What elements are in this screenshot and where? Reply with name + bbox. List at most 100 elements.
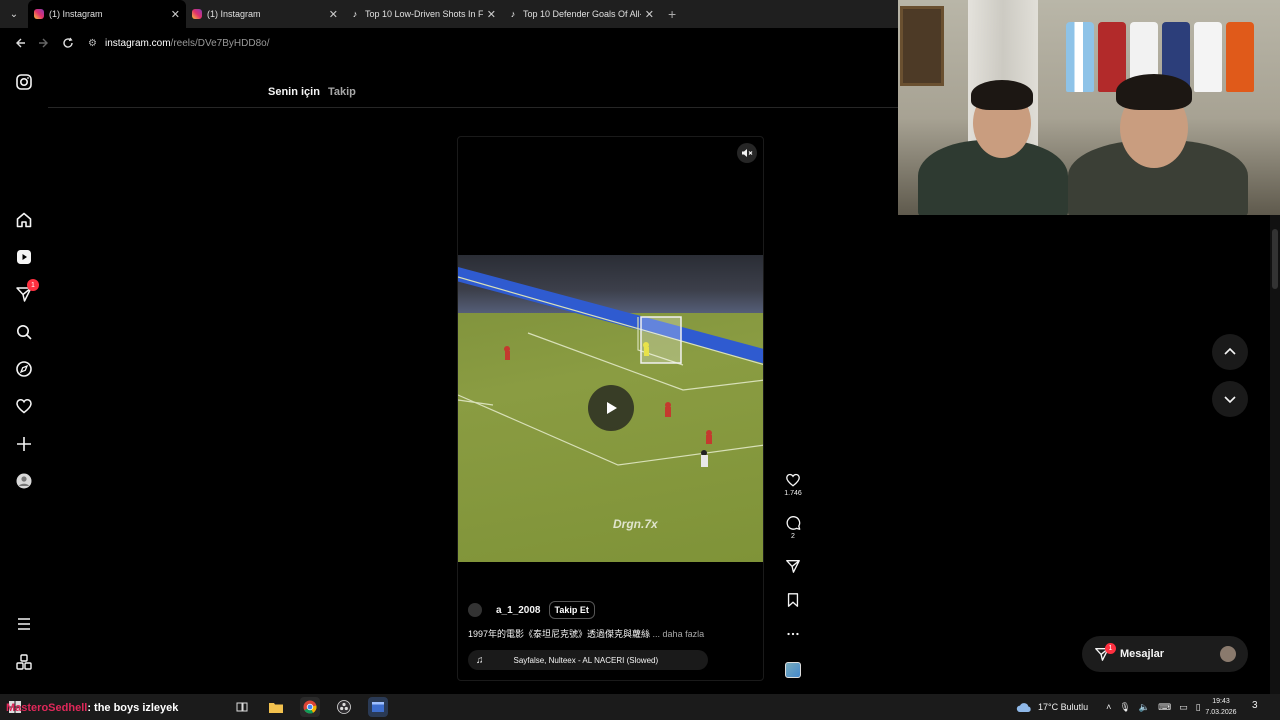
author-row: a_1_2008 Takip Et [468,601,753,619]
browser-tab-bar: ⌄ (1) Instagram ✕ (1) Instagram ✕ ♪ Top … [0,0,898,28]
chevron-down-icon [1224,396,1236,404]
close-tab-icon[interactable]: ✕ [645,8,654,21]
messages-label: Mesajlar [1120,648,1165,660]
also-from-meta-icon[interactable] [14,652,34,672]
browser-tab-2[interactable]: (1) Instagram ✕ [186,0,344,28]
notification-center-icon[interactable]: 3 [1252,700,1258,711]
scrollbar-thumb[interactable] [1272,229,1278,289]
chevron-up-icon[interactable]: ˄ [1106,702,1111,712]
obs-icon[interactable] [334,697,354,717]
home-icon[interactable] [14,210,34,230]
cloud-icon [1016,703,1031,712]
tab-for-you[interactable]: Senin için [268,86,320,98]
system-tray: 17°C Bulutlu ˄ 🎙 🔈 ⌨ ▭ ▯ [1016,694,1201,720]
send-paper-plane-icon [786,560,800,573]
clock-date: 7.03.2026 [1205,709,1237,716]
follow-button[interactable]: Takip Et [548,601,595,619]
weather-text: 17°C Bulutlu [1038,702,1089,712]
direct-messages-icon[interactable]: 1 [14,279,39,304]
messages-button[interactable]: 1 Mesajlar [1082,636,1248,672]
bookmark-icon [787,593,799,607]
more-options-button[interactable] [780,626,806,642]
close-tab-icon[interactable]: ✕ [171,8,180,21]
close-tab-icon[interactable]: ✕ [487,8,496,21]
page-scrollbar[interactable] [1270,215,1280,694]
music-title: Sayfalse, Nulteex - AL NACERI (Slowed) [513,655,659,665]
reel-video[interactable]: Drgn.7x [458,255,763,562]
tab-following[interactable]: Takip [328,86,356,98]
audio-thumbnail-icon [785,662,801,678]
comment-button[interactable]: 2 [780,515,806,540]
person-left-hair [971,80,1033,110]
reels-icon[interactable] [14,247,34,267]
music-note-icon: ♫ [476,654,484,666]
search-icon[interactable] [14,322,34,342]
weather-widget[interactable]: 17°C Bulutlu [1016,701,1088,713]
close-tab-icon[interactable]: ✕ [329,8,338,21]
app-window-icon[interactable] [368,697,388,717]
heart-notifications-icon[interactable] [14,396,34,416]
like-button[interactable]: 1.746 [780,472,806,497]
tab-title: Top 10 Low-Driven Shots In Fo [365,9,483,19]
clock-time: 19:43 [1212,698,1230,705]
play-button[interactable] [588,385,634,431]
notification-badge: 1 [27,279,39,291]
chrome-icon[interactable] [300,697,320,717]
next-reel-button[interactable] [1212,381,1248,417]
address-bar: ⚙ instagram.com/reels/DVe7ByHDD8o/ [0,28,898,58]
jersey [1066,22,1094,92]
share-button[interactable] [780,558,806,574]
comment-bubble-icon [786,516,801,530]
reel-player[interactable]: Drgn.7x a_1_2008 Takip Et 1997年的電影《泰坦尼克號… [457,136,764,681]
microphone-icon[interactable]: 🎙 [1119,702,1130,713]
author-username[interactable]: a_1_2008 [496,605,541,616]
tiktok-favicon-icon: ♪ [352,9,358,19]
video-watermark: Drgn.7x [613,517,658,531]
forward-arrow-icon[interactable] [32,31,56,55]
audio-thumbnail[interactable] [780,662,806,678]
portrait-frame [900,6,944,86]
caption-more-link[interactable]: ... daha fazla [653,629,705,639]
like-count: 1.746 [784,490,802,497]
input-language-icon[interactable]: ⌨ [1158,702,1171,713]
webcam-overlay [898,0,1280,215]
explore-compass-icon[interactable] [14,359,34,379]
feed-tabs: Senin için Takip [268,86,356,98]
instagram-logo-icon[interactable] [14,72,34,92]
instagram-favicon-icon [192,9,202,19]
more-menu-icon[interactable] [14,614,34,634]
chat-message: : the boys izleyek [87,702,179,714]
music-pill[interactable]: ♫ Sayfalse, Nulteex - AL NACERI (Slowed) [468,650,708,670]
speaker-icon[interactable]: 🔈 [1139,702,1150,713]
notification-count: 3 [1252,700,1258,711]
author-avatar[interactable] [468,603,482,617]
browser-tab-4[interactable]: ♪ Top 10 Defender Goals Of All-T ✕ [502,0,660,28]
stream-chat-overlay: MasteroSedhell: the boys izleyek [6,702,178,714]
jersey [1194,22,1222,92]
save-button[interactable] [780,592,806,608]
chat-username: MasteroSedhell [6,702,88,714]
previous-reel-button[interactable] [1212,334,1248,370]
reload-icon[interactable] [56,31,80,55]
comment-count: 2 [791,533,795,540]
task-view-icon[interactable] [232,697,252,717]
browser-tab-3[interactable]: ♪ Top 10 Low-Driven Shots In Fo ✕ [344,0,502,28]
jersey [1226,22,1254,92]
system-clock[interactable]: 19:43 7.03.2026 [1196,696,1246,718]
create-plus-icon[interactable] [14,434,34,454]
new-tab-button[interactable]: + [668,6,676,22]
back-arrow-icon[interactable] [8,31,32,55]
url-field[interactable]: ⚙ instagram.com/reels/DVe7ByHDD8o/ [88,38,269,49]
divider [48,107,898,108]
file-explorer-icon[interactable] [266,697,286,717]
heart-icon [786,473,800,487]
profile-avatar-icon[interactable] [14,471,34,491]
instagram-sidebar: 1 [0,58,48,694]
browser-tab-1[interactable]: (1) Instagram ✕ [28,0,186,28]
tab-search-chevron-icon[interactable]: ⌄ [0,0,28,28]
network-icon[interactable]: ▭ [1179,702,1188,713]
site-info-icon[interactable]: ⚙ [88,38,97,49]
muted-speaker-icon[interactable] [737,143,757,163]
tab-title: (1) Instagram [49,9,103,19]
instagram-favicon-icon [34,9,44,19]
